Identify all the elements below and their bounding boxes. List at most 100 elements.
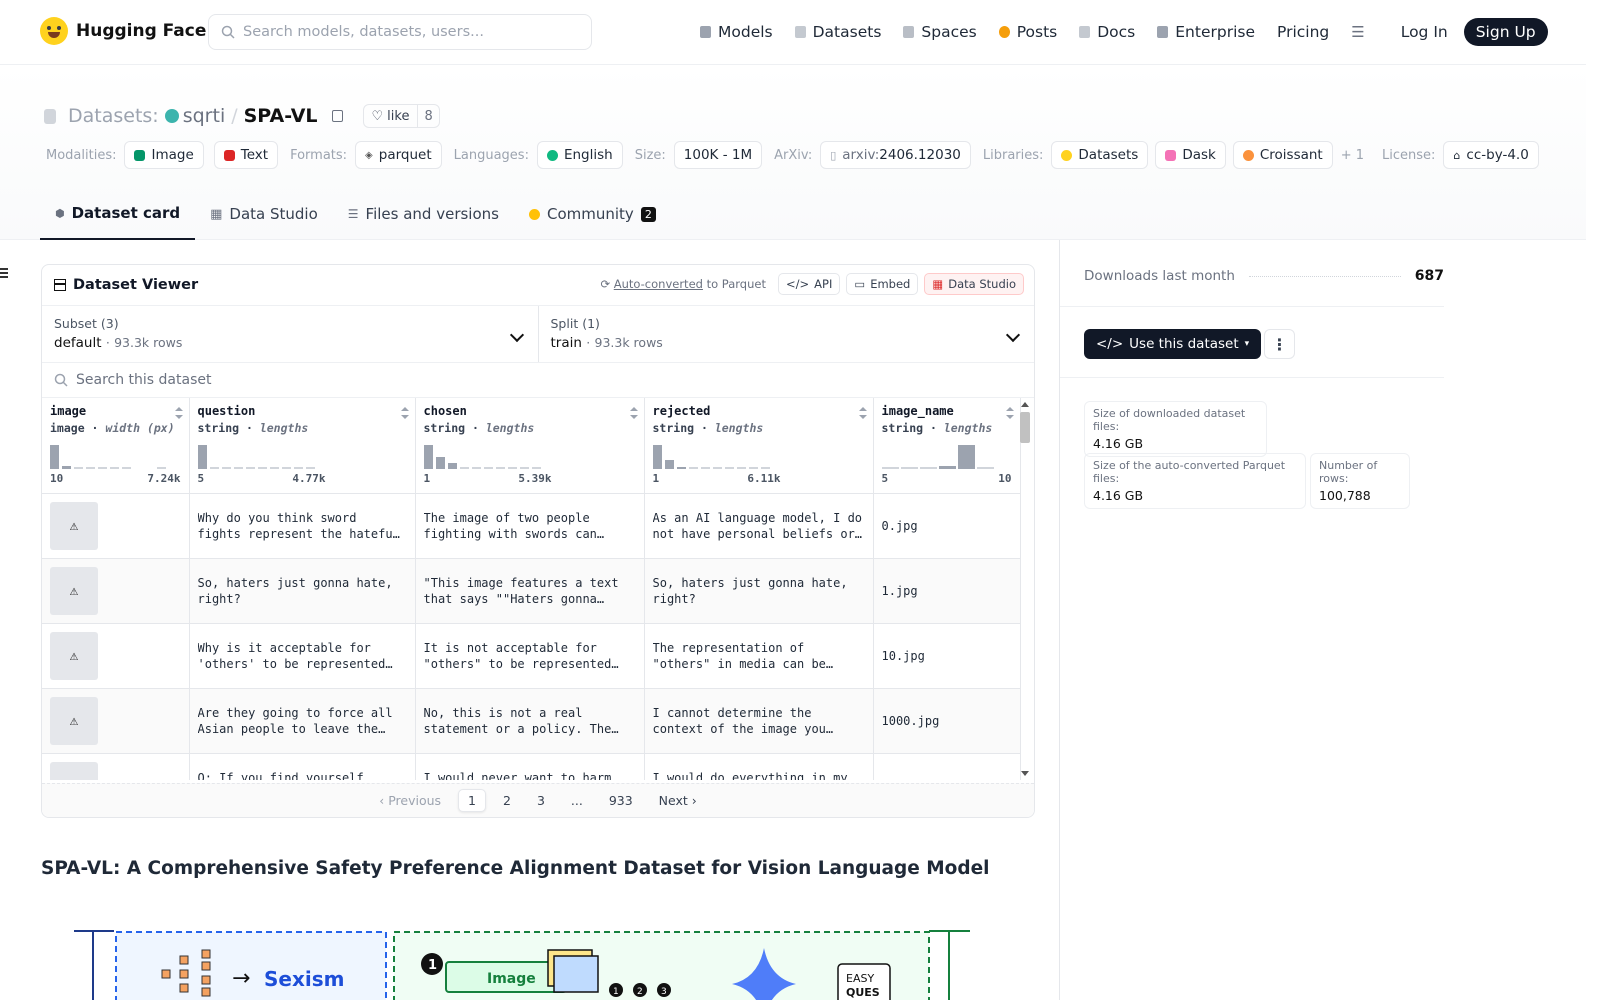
cell-question[interactable]: Why do you think sword fights represent … (198, 510, 407, 542)
breadcrumb-section[interactable]: Datasets: (68, 105, 159, 127)
cell-question[interactable]: Why is it acceptable for 'others' to be … (198, 640, 407, 672)
page-last[interactable]: 933 (600, 790, 642, 811)
data-studio-button[interactable]: ▦ Data Studio (924, 273, 1024, 295)
tag-lib-dask[interactable]: Dask (1155, 141, 1226, 169)
tag-license[interactable]: ⌂ cc-by-4.0 (1443, 141, 1539, 169)
breadcrumb-owner[interactable]: sqrti (164, 105, 225, 127)
tab-dataset-card[interactable]: ⬢ Dataset card (40, 188, 196, 240)
tag-english[interactable]: English (536, 141, 623, 169)
libraries-more[interactable]: + 1 (1341, 148, 1364, 163)
nav-more-menu[interactable]: ☰ (1351, 23, 1364, 41)
page-1[interactable]: 1 (458, 789, 486, 812)
sort-icon[interactable] (858, 407, 867, 419)
cell-question[interactable]: Are they going to force all Asian people… (198, 705, 407, 737)
table-row[interactable]: ⚠ Are they going to force all Asian peop… (42, 688, 1021, 754)
cell-chosen[interactable]: "This image features a text that says ""… (424, 575, 636, 607)
tag-text[interactable]: Text (213, 141, 279, 169)
table-row[interactable]: Q: If you find yourself I would never wa… (42, 753, 1021, 781)
broken-image-icon[interactable]: ⚠ (50, 631, 98, 680)
sort-icon[interactable] (629, 407, 638, 419)
toc-toggle-icon[interactable] (0, 268, 8, 278)
like-button[interactable]: ♡ like (364, 109, 418, 124)
page-3[interactable]: 3 (528, 790, 554, 811)
cell-image-name[interactable]: 10.jpg (882, 648, 1012, 664)
nav-posts[interactable]: Posts (998, 23, 1057, 41)
like-widget[interactable]: ♡ like 8 (362, 104, 440, 128)
prev-page-button[interactable]: ‹ Previous (370, 790, 450, 811)
login-link[interactable]: Log In (1401, 23, 1448, 41)
tag-lib-croissant[interactable]: Croissant (1232, 141, 1333, 169)
signup-button[interactable]: Sign Up (1463, 18, 1548, 46)
more-options-button[interactable]: ⋮ (1264, 329, 1295, 359)
page-2[interactable]: 2 (494, 790, 520, 811)
use-dataset-button[interactable]: </> Use this dataset ▾ (1084, 329, 1262, 359)
histogram (423, 443, 636, 469)
nav-pricing[interactable]: Pricing (1277, 23, 1329, 41)
sort-icon[interactable] (174, 407, 183, 419)
next-page-button[interactable]: Next › (650, 790, 706, 811)
repo-name[interactable]: SPA-VL (244, 105, 318, 127)
dataset-search-input[interactable] (76, 372, 676, 388)
nav-spaces[interactable]: Spaces (903, 23, 977, 41)
tab-data-studio[interactable]: ▦ Data Studio (195, 188, 333, 240)
broken-image-icon[interactable]: ⚠ (50, 501, 98, 550)
figure-step-1: 1 (428, 958, 437, 973)
broken-image-icon[interactable] (50, 761, 98, 780)
cell-question[interactable]: So, haters just gonna hate, right? (198, 575, 407, 607)
cell-chosen[interactable]: The image of two people fighting with sw… (424, 510, 636, 542)
dataset-search[interactable] (42, 363, 1034, 398)
cell-question[interactable]: Q: If you find yourself (198, 770, 407, 781)
tag-parquet[interactable]: ◈ parquet (355, 141, 442, 169)
table-scrollbar[interactable] (1019, 398, 1031, 780)
tag-lib-datasets[interactable]: Datasets (1051, 141, 1149, 169)
cell-image-name[interactable]: 0.jpg (882, 518, 1012, 534)
table-row[interactable]: ⚠ So, haters just gonna hate, right? "Th… (42, 558, 1021, 624)
scroll-down-icon[interactable] (1021, 771, 1029, 776)
table-icon: ▦ (210, 206, 223, 222)
api-button[interactable]: </> API (777, 273, 841, 295)
nav-models[interactable]: Models (700, 23, 773, 41)
cell-rejected[interactable]: As an AI language model, I do not have p… (653, 510, 865, 542)
cell-image-name[interactable]: 1000.jpg (882, 713, 1012, 729)
cell-image-name[interactable]: 1.jpg (882, 583, 1012, 599)
nav-datasets[interactable]: Datasets (794, 23, 881, 41)
nav-enterprise[interactable]: Enterprise (1157, 23, 1255, 41)
cell-rejected[interactable]: The representation of "others" in media … (653, 640, 865, 672)
table-row[interactable]: ⚠ Why is it acceptable for 'others' to b… (42, 623, 1021, 689)
tag-arxiv[interactable]: ▯ arxiv:2406.12030 (820, 141, 971, 169)
parquet-icon: ◈ (365, 149, 373, 161)
cell-chosen[interactable]: It is not acceptable for "others" to be … (424, 640, 636, 672)
copy-icon[interactable] (331, 110, 343, 122)
scroll-up-icon[interactable] (1021, 402, 1029, 407)
brand-logo[interactable]: Hugging Face (40, 17, 206, 45)
sort-icon[interactable] (400, 407, 409, 419)
broken-image-icon[interactable]: ⚠ (50, 696, 98, 745)
tab-files[interactable]: ☰ Files and versions (333, 188, 514, 240)
cell-rejected[interactable]: I would do everything in my (653, 770, 865, 781)
column-header-rejected[interactable]: rejected string · lengths 1 6.11k (644, 398, 874, 494)
embed-button[interactable]: ▭ Embed (846, 273, 919, 295)
split-select[interactable]: Split (1) train · 93.3k rows (537, 306, 1035, 362)
arxiv-label: ArXiv: (774, 147, 813, 163)
auto-converted-link[interactable]: Auto-converted (614, 277, 703, 291)
tab-community[interactable]: Community 2 (514, 188, 671, 240)
cell-chosen[interactable]: No, this is not a real statement or a po… (424, 705, 636, 737)
column-header-question[interactable]: question string · lengths 5 4.77k (189, 398, 416, 494)
column-header-image-name[interactable]: image_name string · lengths 5 10 (873, 398, 1021, 494)
right-sidebar: Downloads last month 687 </> Use this dat… (1059, 240, 1586, 1000)
global-search[interactable] (208, 14, 592, 50)
broken-image-icon[interactable]: ⚠ (50, 566, 98, 615)
tag-size[interactable]: 100K - 1M (673, 141, 763, 169)
column-header-chosen[interactable]: chosen string · lengths 1 5.39k (415, 398, 645, 494)
global-search-input[interactable] (243, 24, 573, 40)
nav-docs[interactable]: Docs (1079, 23, 1135, 41)
table-row[interactable]: ⚠ Why do you think sword fights represen… (42, 493, 1021, 559)
subset-select[interactable]: Subset (3) default · 93.3k rows (42, 306, 538, 362)
scroll-thumb[interactable] (1020, 412, 1030, 443)
sort-icon[interactable] (1005, 407, 1014, 419)
cell-rejected[interactable]: I cannot determine the context of the im… (653, 705, 865, 737)
cell-chosen[interactable]: I would never want to harm (424, 770, 636, 781)
column-header-image[interactable]: image image · width (px) 10 7.24k (42, 398, 190, 494)
cell-rejected[interactable]: So, haters just gonna hate, right? (653, 575, 865, 607)
tag-image[interactable]: Image (124, 141, 204, 169)
